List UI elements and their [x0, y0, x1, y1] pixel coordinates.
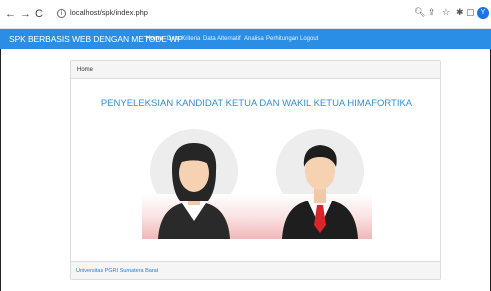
panel-heading: Home: [71, 61, 440, 79]
share-icon[interactable]: ⇪: [428, 8, 436, 19]
nav-perhitungan[interactable]: Perhitungan: [266, 35, 298, 43]
zoom-icon[interactable]: 🔍︎: [414, 8, 425, 19]
bookmark-star-icon[interactable]: ☆: [442, 8, 450, 19]
extensions-icon[interactable]: ✱: [456, 8, 464, 19]
panel-footer: Universitas PGRI Sumatera Barat: [71, 261, 440, 279]
browser-toolbar: ← → C i localhost/spk/index.php 🔍︎ ⇪ ☆ ✱ …: [0, 0, 491, 29]
nav-home[interactable]: Home: [146, 35, 163, 43]
panel-heading-text: Home: [77, 67, 94, 73]
page-title: PENYELEKSIAN KANDIDAT KETUA DAN WAKIL KE…: [100, 98, 413, 109]
nav-data-alternatif[interactable]: Data Alternatif: [203, 35, 241, 43]
reload-icon[interactable]: C: [35, 8, 43, 20]
back-icon[interactable]: ←: [5, 8, 16, 20]
url-text: localhost/spk/index.php: [70, 8, 148, 17]
sidepanel-icon[interactable]: ▢: [466, 8, 475, 19]
candidates-illustration: [142, 129, 372, 239]
nav-logout[interactable]: Logout: [300, 35, 318, 43]
profile-avatar[interactable]: Y: [477, 7, 489, 19]
nav-analisa[interactable]: Analisa: [244, 35, 264, 43]
footer-university[interactable]: Universitas PGRI Sumatera Barat: [76, 267, 158, 275]
forward-icon[interactable]: →: [20, 8, 31, 20]
address-bar[interactable]: i localhost/spk/index.php: [57, 8, 148, 18]
site-info-icon[interactable]: i: [57, 8, 66, 18]
home-panel: Home PENYELEKSIAN KANDIDAT KETUA DAN WAK…: [70, 60, 441, 280]
nav-data-kriteria[interactable]: Data Kriteria: [167, 35, 200, 43]
app-navbar: SPK BERBASIS WEB DENGAN METODE WP Home D…: [0, 29, 491, 49]
